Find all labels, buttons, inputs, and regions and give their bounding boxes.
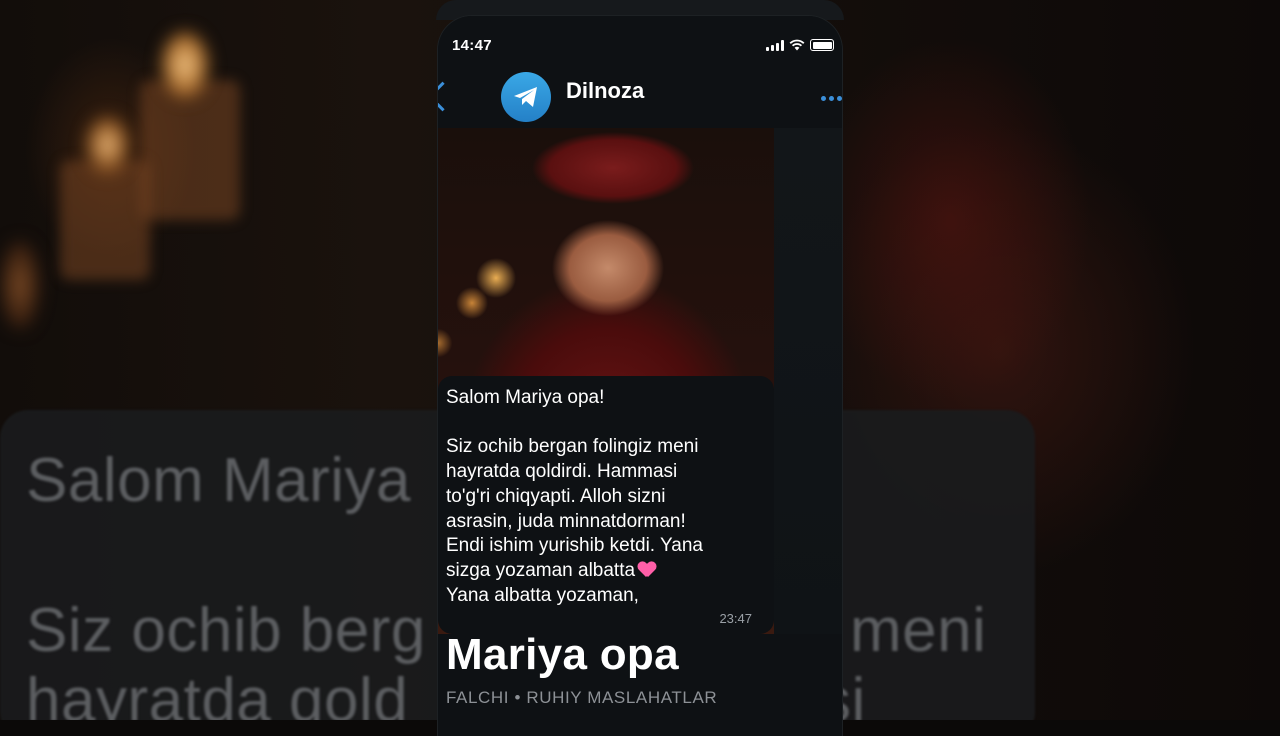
status-icons: [766, 39, 834, 51]
message-text: Salom Mariya opa! Siz ochib bergan folin…: [446, 386, 766, 608]
contact-avatar[interactable]: [501, 72, 551, 122]
contact-name[interactable]: Dilnoza: [566, 78, 644, 104]
pink-heart-icon: [638, 562, 656, 578]
chat-background: [774, 128, 842, 634]
blurred-text-line: hayratda qold: [26, 666, 409, 720]
signal-icon: [766, 39, 784, 51]
overlay-subtitle: FALCHI • RUHIY MASLAHATLAR: [446, 688, 718, 707]
more-options-icon[interactable]: [821, 96, 842, 101]
candle-flame: [85, 115, 130, 175]
blurred-text-line: Siz ochib berg: [26, 596, 426, 665]
message-line: asrasin, juda minnatdorman!: [446, 510, 686, 532]
message-line: hayratda qoldirdi. Hammasi: [446, 461, 678, 483]
chat-header: Dilnoza: [438, 72, 842, 128]
message-line: Salom Mariya opa!: [446, 387, 605, 408]
message-line: to'g'ri chiqyapti. Alloh sizni: [446, 485, 666, 507]
message-time: 23:47: [719, 611, 752, 626]
candle: [140, 80, 240, 220]
message-line: sizga yozaman albatta: [446, 559, 636, 581]
status-time: 14:47: [452, 37, 492, 54]
candle-flame: [0, 240, 40, 330]
status-bar: 14:47: [438, 16, 842, 72]
message-line: Yana albatta yozaman,: [446, 584, 639, 606]
message-line: Siz ochib bergan folingiz meni: [446, 436, 699, 458]
wifi-icon: [789, 39, 805, 51]
blurred-text-line: meni: [850, 596, 987, 665]
blurred-text-line: Salom Mariya: [26, 446, 411, 515]
back-chevron-icon[interactable]: [438, 81, 458, 112]
message-line: Endi ishim yurishib ketdi. Yana: [446, 535, 703, 557]
message-bubble[interactable]: Salom Mariya opa! Siz ochib bergan folin…: [438, 376, 774, 634]
candle-flame: [160, 30, 210, 100]
telegram-logo-icon: [514, 87, 537, 107]
battery-icon: [810, 39, 834, 51]
candle: [60, 160, 150, 280]
overlay-title: Mariya opa: [446, 630, 679, 679]
phone-screen: 14:47 Dilnoza Salom Mariya opa! Siz ochi…: [438, 16, 842, 736]
